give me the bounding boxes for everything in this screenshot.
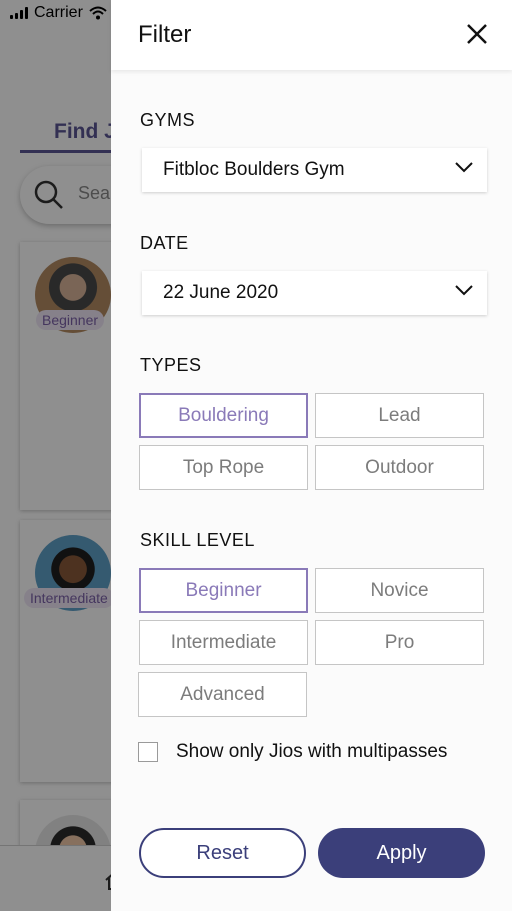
gyms-label: GYMS <box>140 110 196 130</box>
type-chip-top-rope[interactable]: Top Rope <box>139 445 308 490</box>
multipass-checkbox-row[interactable]: Show only Jios with multipasses <box>138 741 447 763</box>
chevron-down-icon <box>455 162 473 173</box>
drawer-title: Filter <box>138 21 192 48</box>
skill-chip-advanced[interactable]: Advanced <box>138 672 307 717</box>
drawer-header: Filter <box>111 0 512 70</box>
skill-level-label: SKILL LEVEL <box>140 530 255 550</box>
type-chip-bouldering[interactable]: Bouldering <box>139 393 308 438</box>
type-chip-lead[interactable]: Lead <box>315 393 484 438</box>
type-chip-outdoor[interactable]: Outdoor <box>315 445 484 490</box>
gym-select-value: Fitbloc Boulders Gym <box>163 159 345 180</box>
date-label: DATE <box>140 233 189 253</box>
multipass-checkbox-label: Show only Jios with multipasses <box>176 741 448 762</box>
skill-chip-intermediate[interactable]: Intermediate <box>139 620 308 665</box>
skill-chip-novice[interactable]: Novice <box>315 568 484 613</box>
date-select[interactable]: 22 June 2020 <box>142 271 487 315</box>
skill-chip-pro[interactable]: Pro <box>315 620 484 665</box>
close-icon[interactable] <box>465 22 489 46</box>
types-label: TYPES <box>140 355 202 375</box>
gym-select[interactable]: Fitbloc Boulders Gym <box>142 148 487 192</box>
filter-drawer: Filter GYMS Fitbloc Boulders Gym DATE 22… <box>111 0 512 911</box>
skill-chip-beginner[interactable]: Beginner <box>139 568 308 613</box>
date-select-value: 22 June 2020 <box>163 282 279 303</box>
apply-button[interactable]: Apply <box>318 828 485 878</box>
reset-button[interactable]: Reset <box>139 828 306 878</box>
multipass-checkbox[interactable] <box>138 742 158 762</box>
chevron-down-icon <box>455 285 473 296</box>
